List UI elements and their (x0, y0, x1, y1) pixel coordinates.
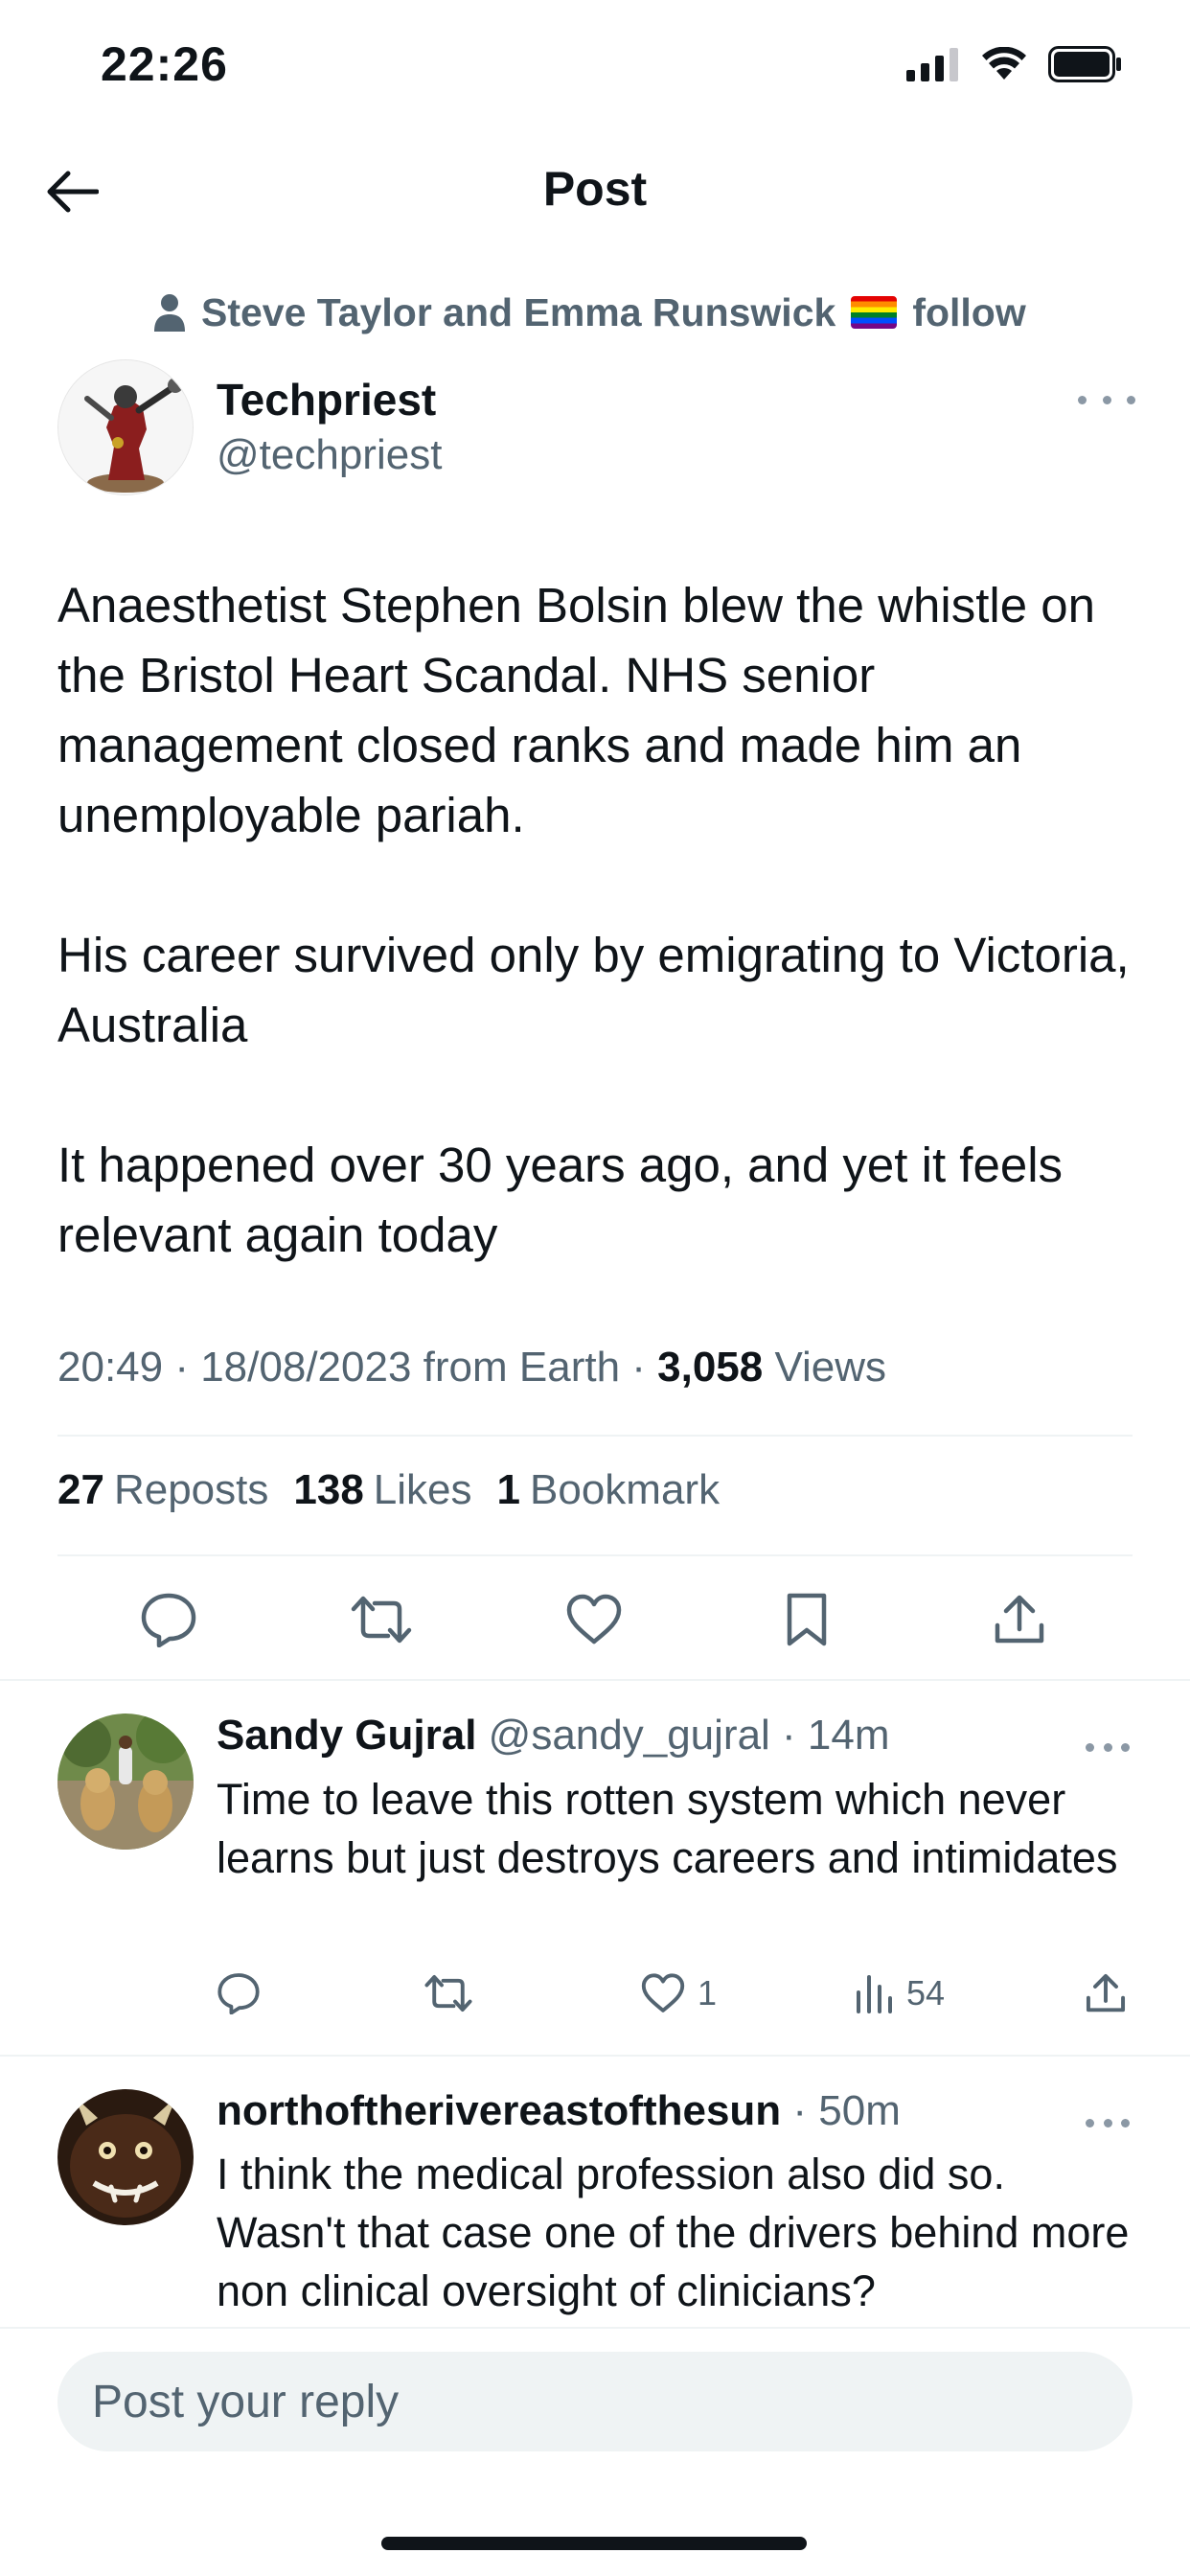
reply-header: Sandy Gujral @sandy_gujral · 14m (217, 1712, 890, 1760)
reply-views-button[interactable]: 54 (855, 1965, 945, 2022)
reply-avatar-image (57, 2089, 194, 2225)
bookmarks-stat[interactable]: 1 Bookmark (497, 1466, 721, 1514)
post-timestamp: 20:49 · 18/08/2023 from Earth · (57, 1344, 658, 1391)
post-action-bar (0, 1581, 1190, 1658)
reply-more-button[interactable] (1086, 2108, 1130, 2137)
reply-action-bar: 1 54 (217, 1965, 1136, 2022)
reply-avatar[interactable] (57, 2089, 194, 2225)
author-handle[interactable]: @techpriest (217, 431, 442, 479)
page-title: Post (542, 162, 648, 216)
reply-time: · 14m (769, 1712, 890, 1759)
reply-item[interactable]: Sandy Gujral @sandy_gujral · 14m Time to… (0, 1679, 1190, 2055)
reply-button[interactable] (130, 1581, 207, 1658)
repost-arrows-icon (351, 1596, 412, 1644)
author-avatar[interactable] (57, 359, 194, 495)
ellipsis-icon (1086, 1742, 1094, 1752)
wifi-icon (982, 47, 1026, 80)
repost-arrows-icon (424, 1974, 472, 2012)
heart-icon (566, 1594, 622, 1644)
rainbow-flag-icon (851, 296, 898, 329)
status-icons (906, 46, 1123, 82)
reply-time: · 50m (781, 2087, 901, 2134)
social-context[interactable]: Steve Taylor and Emma Runswick follow (153, 286, 1026, 339)
reply-item[interactable]: northoftherivereastofthesun · 50m I thin… (0, 2055, 1190, 2327)
ellipsis-icon (1078, 395, 1087, 404)
divider (57, 1554, 1133, 1556)
reply-author-name[interactable]: Sandy Gujral (217, 1712, 476, 1759)
home-indicator (381, 2537, 807, 2550)
social-context-text: Steve Taylor and Emma Runswick (201, 289, 836, 334)
ellipsis-icon (1086, 2118, 1094, 2128)
status-time: 22:26 (101, 37, 228, 91)
reply-avatar-image (57, 1714, 194, 1850)
divider (57, 1435, 1133, 1437)
views-label: Views (763, 1344, 887, 1391)
reply-text: I think the medical profession also did … (217, 2150, 1130, 2315)
author-name[interactable]: Techpriest (217, 374, 436, 426)
reply-reply-button[interactable] (217, 1965, 261, 2022)
post-stats: 27 Reposts 138 Likes 1 Bookmark (57, 1466, 720, 1514)
share-upload-icon (995, 1595, 1044, 1644)
reply-header: northoftherivereastofthesun · 50m (217, 2087, 901, 2135)
reply-more-button[interactable] (1086, 1733, 1130, 1761)
reply-avatar[interactable] (57, 1714, 194, 1850)
reply-input[interactable] (57, 2352, 1133, 2451)
status-bar: 22:26 (0, 0, 1190, 134)
post-text: Anaesthetist Stephen Bolsin blew the whi… (57, 570, 1140, 1270)
reply-views-count: 54 (906, 1973, 946, 2012)
like-button[interactable] (556, 1581, 632, 1658)
reply-author-handle[interactable]: @sandy_gujral (489, 1712, 770, 1759)
battery-icon (1048, 46, 1121, 82)
speech-bubble-icon (217, 1973, 260, 2014)
author-avatar-image (58, 360, 193, 494)
divider (0, 2327, 1190, 2329)
bookmark-button[interactable] (768, 1581, 845, 1658)
post-paragraph: Anaesthetist Stephen Bolsin blew the whi… (57, 578, 1096, 842)
reply-text: Time to leave this rotten system which n… (217, 1775, 1118, 1882)
reply-like-count: 1 (698, 1973, 718, 2012)
share-button[interactable] (981, 1581, 1058, 1658)
post-paragraph: His career survived only by emigrating t… (57, 928, 1130, 1052)
reply-author-name[interactable]: northoftherivereastofthesun (217, 2087, 781, 2134)
reply-share-button[interactable] (1085, 1965, 1127, 2022)
nav-header: Post (0, 134, 1190, 249)
share-upload-icon (1086, 1973, 1126, 2012)
views-count: 3,058 (657, 1344, 764, 1391)
reply-like-button[interactable]: 1 (640, 1965, 717, 2022)
social-context-suffix: follow (912, 289, 1026, 334)
likes-stat[interactable]: 138 Likes (293, 1466, 471, 1514)
bar-chart-icon (857, 1975, 892, 2013)
reply-repost-button[interactable] (423, 1965, 473, 2022)
reposts-stat[interactable]: 27 Reposts (57, 1466, 268, 1514)
bookmark-icon (787, 1593, 827, 1646)
repost-button[interactable] (343, 1581, 420, 1658)
cellular-signal-icon (906, 48, 958, 81)
heart-icon (641, 1973, 685, 2012)
post-paragraph: It happened over 30 years ago, and yet i… (57, 1138, 1064, 1262)
speech-bubble-icon (141, 1593, 196, 1647)
post-meta: 20:49 · 18/08/2023 from Earth · 3,058 Vi… (57, 1344, 886, 1392)
post-more-button[interactable] (1078, 385, 1135, 414)
person-icon (154, 294, 185, 332)
